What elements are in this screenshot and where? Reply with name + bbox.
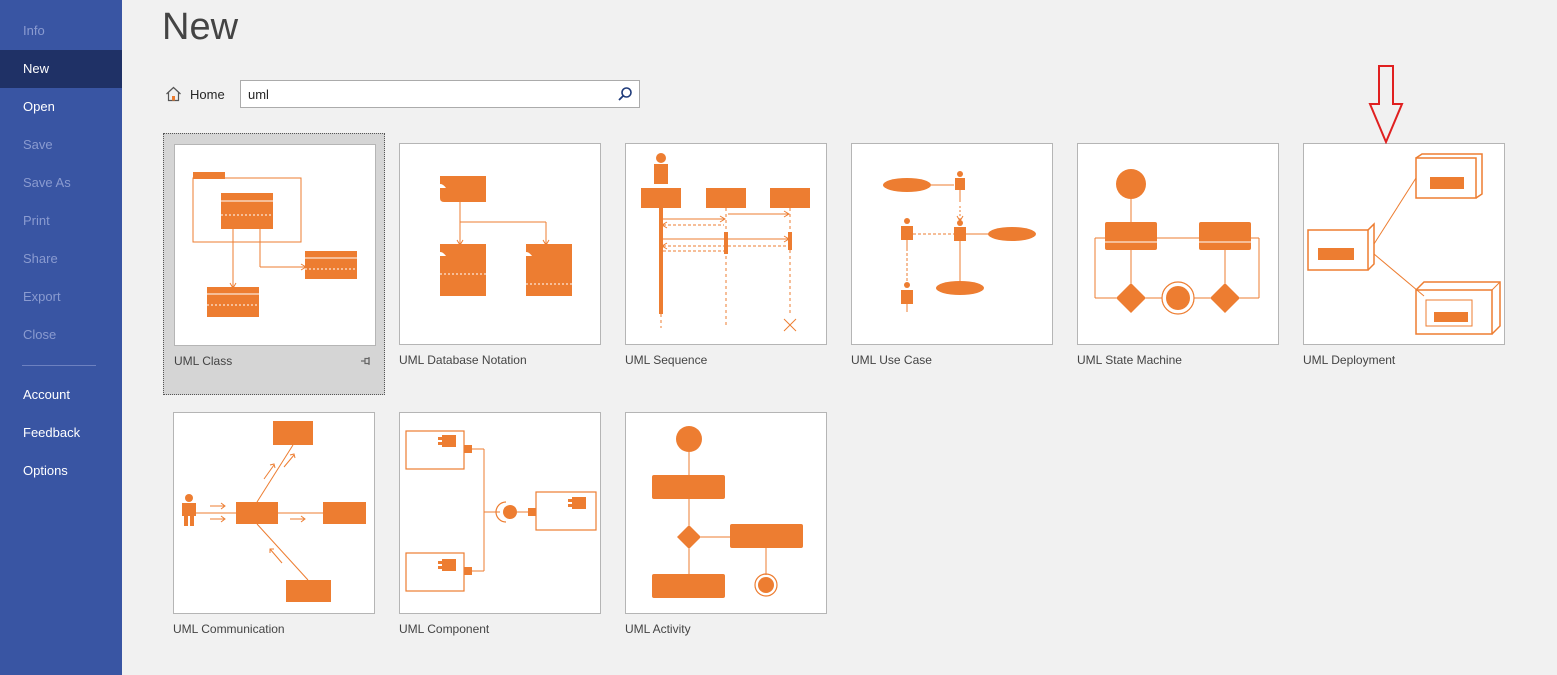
template-uml-deployment[interactable]: UML Deployment [1293,133,1515,395]
uml-deployment-diagram [1307,153,1501,335]
uml-database-thumbnail [399,143,601,345]
nav-print[interactable]: Print [0,202,122,240]
template-label: UML Activity [625,622,691,636]
uml-component-thumbnail [399,412,601,614]
uml-class-thumbnail [174,144,376,346]
nav-export[interactable]: Export [0,278,122,316]
home-link[interactable]: Home [165,84,225,104]
nav-info[interactable]: Info [0,12,122,50]
pin-icon[interactable] [360,355,372,367]
uml-state-machine-diagram [1094,169,1260,315]
search-icon[interactable] [617,86,633,102]
nav-feedback[interactable]: Feedback [0,414,122,452]
template-label: UML Use Case [851,353,932,367]
template-uml-use-case[interactable]: UML Use Case [841,133,1063,395]
search-input[interactable] [241,81,611,107]
uml-state-machine-thumbnail [1077,143,1279,345]
nav-share[interactable]: Share [0,240,122,278]
nav-divider [22,365,96,366]
nav-options[interactable]: Options [0,452,122,490]
nav-open[interactable]: Open [0,88,122,126]
nav-save-as[interactable]: Save As [0,164,122,202]
template-label: UML Class [174,354,233,368]
page-title: New [162,6,239,48]
uml-communication-diagram [182,421,366,602]
nav-save[interactable]: Save [0,126,122,164]
uml-activity-thumbnail [625,412,827,614]
uml-sequence-diagram [641,153,810,332]
template-uml-communication[interactable]: UML Communication [163,402,385,664]
home-icon [166,86,181,102]
uml-use-case-diagram [883,171,1036,312]
template-label: UML Database Notation [399,353,527,367]
nav-account[interactable]: Account [0,376,122,414]
template-label: UML Deployment [1303,353,1396,367]
uml-communication-thumbnail [173,412,375,614]
template-uml-state-machine[interactable]: UML State Machine [1067,133,1289,395]
uml-database-diagram [436,176,572,296]
nav-new[interactable]: New [0,50,122,88]
template-label: UML Communication [173,622,285,636]
uml-component-diagram [405,430,597,592]
uml-use-case-thumbnail [851,143,1053,345]
template-uml-component[interactable]: UML Component [389,402,611,664]
template-uml-activity[interactable]: UML Activity [615,402,837,664]
backstage-sidebar: Info New Open Save Save As Print Share E… [0,0,122,675]
nav-close[interactable]: Close [0,316,122,354]
uml-activity-diagram [652,426,803,598]
template-uml-database-notation[interactable]: UML Database Notation [389,133,611,395]
search-box [240,80,640,108]
template-uml-sequence[interactable]: UML Sequence [615,133,837,395]
uml-sequence-thumbnail [625,143,827,345]
uml-deployment-thumbnail [1303,143,1505,345]
red-down-arrow-icon [1368,65,1404,144]
home-label: Home [190,86,225,102]
template-uml-class[interactable]: UML Class [163,133,385,395]
template-label: UML Sequence [625,353,708,367]
uml-class-diagram [192,172,357,317]
template-label: UML State Machine [1077,353,1182,367]
template-label: UML Component [399,622,490,636]
